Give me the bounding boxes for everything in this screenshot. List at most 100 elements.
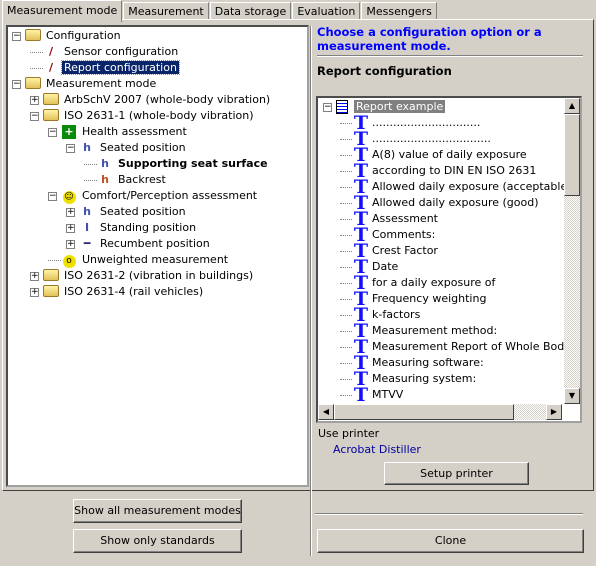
- tree-item[interactable]: / Report configuration: [30, 60, 180, 76]
- section-title: Report configuration: [317, 64, 452, 78]
- tree-item[interactable]: + ISO 2631-2 (vibration in buildings): [30, 268, 255, 284]
- tree-item[interactable]: − Configuration: [12, 28, 123, 44]
- horizontal-scroll-thumb[interactable]: [334, 404, 514, 420]
- measurement-mode-tree[interactable]: − Configuration / Sensor configuration / Repo…: [6, 25, 309, 487]
- tree-item-label: Report configuration: [61, 60, 180, 75]
- separator: [317, 55, 583, 57]
- report-item[interactable]: T...............................: [340, 112, 482, 134]
- expand-icon[interactable]: +: [30, 271, 39, 281]
- report-item-label: Comments:: [372, 228, 436, 241]
- report-item[interactable]: T MTVV: [340, 386, 405, 405]
- tree-item[interactable]: + I Standing position: [66, 220, 198, 236]
- tree-item[interactable]: − ☺ Comfort/Perception assessment: [48, 188, 259, 204]
- report-item-label: Frequency weighting: [372, 292, 487, 305]
- expand-icon[interactable]: +: [66, 239, 75, 249]
- tree-item[interactable]: + h Seated position: [66, 204, 188, 220]
- recumbent-person-icon: ━: [83, 237, 91, 250]
- folder-icon: [25, 77, 41, 91]
- tab-bar: Measurement mode Measurement Data storage E…: [2, 0, 438, 22]
- tree-item-label: Health assessment: [82, 125, 187, 138]
- collapse-icon[interactable]: −: [323, 102, 332, 112]
- report-root[interactable]: − Report example: [323, 99, 446, 115]
- tree-item-label: Recumbent position: [100, 237, 210, 250]
- backrest-person-icon: h: [101, 173, 109, 186]
- pencil-icon: /: [48, 45, 54, 58]
- collapse-icon[interactable]: −: [30, 111, 39, 121]
- folder-icon: [43, 109, 59, 123]
- tree-item-label: Backrest: [118, 173, 166, 186]
- tab-data-storage[interactable]: Data storage: [209, 2, 292, 20]
- report-item[interactable]: T Date: [340, 258, 400, 277]
- vertical-scroll-thumb[interactable]: [564, 114, 580, 196]
- report-item-label: ...............................: [372, 116, 481, 129]
- tree-item[interactable]: h Backrest: [84, 172, 168, 188]
- clone-button[interactable]: Clone: [317, 529, 584, 553]
- tree-item[interactable]: + ISO 2631-4 (rail vehicles): [30, 284, 205, 300]
- tree-item-label: Comfort/Perception assessment: [82, 189, 258, 202]
- seated-person-icon: h: [83, 205, 91, 218]
- report-item[interactable]: Taccording to DIN EN ISO 2631: [340, 162, 538, 181]
- tree-item-label: Seated position: [100, 205, 186, 218]
- tree-item-label: Configuration: [46, 29, 121, 42]
- report-item-label: Allowed daily exposure (good): [372, 196, 539, 209]
- scroll-up-button[interactable]: ▲: [564, 98, 580, 114]
- report-item[interactable]: T Allowed daily exposure (acceptable): [340, 178, 574, 197]
- tree-item[interactable]: + ━ Recumbent position: [66, 236, 212, 252]
- tree-item-label: ISO 2631-1 (whole-body vibration): [64, 109, 254, 122]
- hint-text: Choose a configuration option or a measu…: [317, 25, 542, 53]
- report-item-label: Measuring software:: [372, 356, 484, 369]
- standing-person-icon: I: [84, 221, 90, 234]
- scroll-right-button[interactable]: ▶: [546, 404, 562, 420]
- tree-item[interactable]: − Measurement mode: [12, 76, 158, 92]
- report-item[interactable]: Tk-factors: [340, 306, 422, 325]
- tree-item[interactable]: − ISO 2631-1 (whole-body vibration): [30, 108, 256, 124]
- expand-icon[interactable]: +: [30, 95, 39, 105]
- separator: [315, 513, 583, 515]
- expand-icon[interactable]: +: [66, 207, 75, 217]
- tree-item[interactable]: o Unweighted measurement: [48, 252, 230, 268]
- expand-icon[interactable]: +: [66, 223, 75, 233]
- printer-name: Acrobat Distiller: [333, 443, 421, 456]
- setup-printer-button[interactable]: Setup printer: [384, 462, 529, 485]
- report-tree[interactable]: − Report example T MTVV T Measuring system: T…: [316, 96, 582, 423]
- surprised-face-icon: o: [61, 253, 77, 268]
- report-item-label: Measurement method:: [372, 324, 498, 337]
- tree-item[interactable]: h Supporting seat surface: [84, 156, 270, 172]
- report-item-label: MTVV: [372, 388, 404, 401]
- expand-icon[interactable]: +: [30, 287, 39, 297]
- health-cross-icon: +: [61, 125, 77, 139]
- tree-item[interactable]: / Sensor configuration: [30, 44, 180, 60]
- tree-item-label: Standing position: [100, 221, 197, 234]
- tab-measurement[interactable]: Measurement: [123, 2, 209, 20]
- tree-item-label: Seated position: [100, 141, 186, 154]
- tab-messengers[interactable]: Messengers: [361, 2, 437, 20]
- scroll-down-button[interactable]: ▼: [564, 388, 580, 404]
- report-item[interactable]: T Allowed daily exposure (good): [340, 194, 541, 213]
- report-item[interactable]: T A(8) value of daily exposure: [340, 146, 529, 165]
- collapse-icon[interactable]: −: [66, 143, 75, 153]
- tree-item[interactable]: + ArbSchV 2007 (whole-body vibration): [30, 92, 272, 108]
- collapse-icon[interactable]: −: [48, 127, 57, 137]
- show-only-standards-button[interactable]: Show only standards: [73, 529, 242, 553]
- collapse-icon[interactable]: −: [12, 31, 21, 41]
- report-item-label: Allowed daily exposure (acceptable): [372, 180, 572, 193]
- collapse-icon[interactable]: −: [12, 79, 21, 89]
- tab-evaluation[interactable]: Evaluation: [292, 2, 361, 20]
- tab-measurement-mode[interactable]: Measurement mode: [2, 0, 123, 22]
- text-field-icon: T: [353, 112, 369, 134]
- report-item[interactable]: T Measurement Report of Whole Body Vi: [340, 338, 580, 357]
- document-icon: [336, 100, 348, 114]
- tree-item-label: Unweighted measurement: [82, 253, 229, 266]
- show-all-measurement-modes-button[interactable]: Show all measurement modes: [73, 499, 242, 523]
- folder-icon: [43, 285, 59, 299]
- tree-item[interactable]: − h Seated position: [66, 140, 188, 156]
- collapse-icon[interactable]: −: [48, 191, 57, 201]
- seated-person-icon: h: [83, 141, 91, 154]
- report-item-label: for a daily exposure of: [372, 276, 496, 289]
- scroll-left-button[interactable]: ◀: [318, 404, 334, 420]
- folder-icon: [25, 29, 41, 43]
- seated-person-icon: h: [101, 157, 109, 170]
- tree-item-label: ISO 2631-4 (rail vehicles): [64, 285, 204, 298]
- smiley-icon: ☺: [62, 191, 76, 204]
- tree-item[interactable]: − + Health assessment: [48, 124, 189, 140]
